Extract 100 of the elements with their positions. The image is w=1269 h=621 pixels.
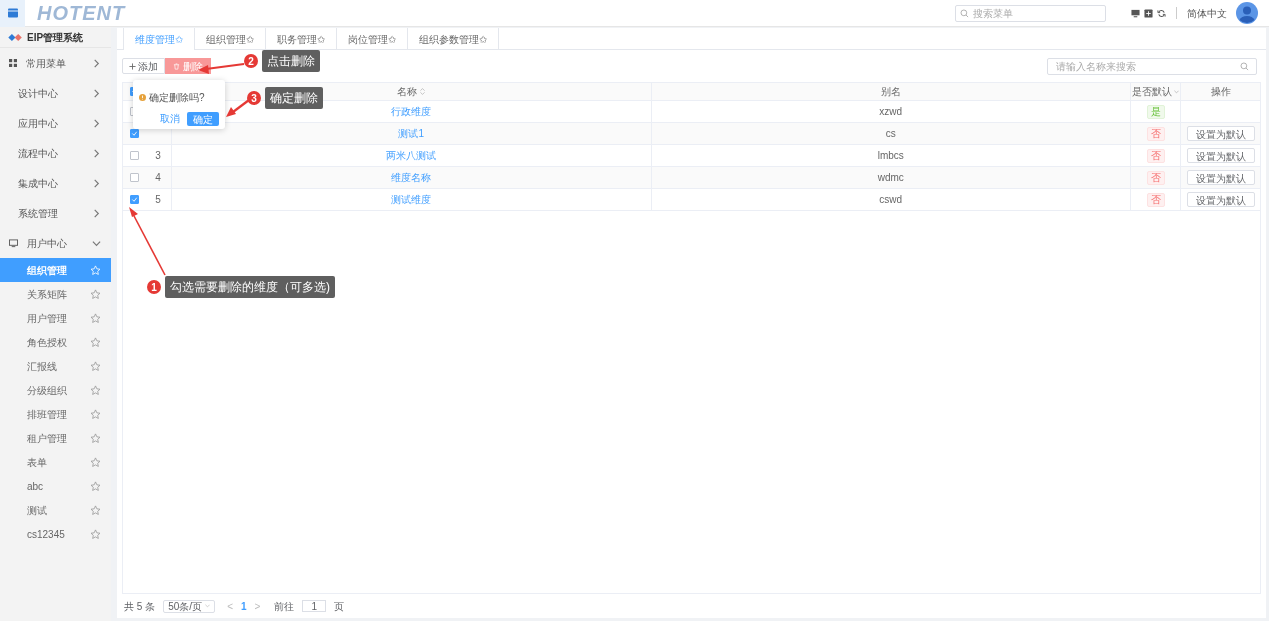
star-icon[interactable] — [90, 432, 101, 444]
callout-label: 勾选需要删除的维度（可多选) — [165, 276, 335, 298]
language-selector[interactable]: 简体中文 — [1187, 5, 1227, 21]
checkbox[interactable] — [129, 129, 139, 138]
checkbox[interactable] — [129, 151, 139, 160]
monitor-icon[interactable] — [1131, 8, 1140, 18]
sidebar-menu-item[interactable]: 系统管理 — [0, 198, 111, 228]
star-icon[interactable] — [90, 528, 101, 540]
search-icon — [1240, 61, 1249, 71]
checkbox[interactable] — [129, 195, 139, 204]
star-icon[interactable] — [90, 504, 101, 516]
confirm-message: 确定删除吗? — [149, 91, 205, 105]
status-tag: 是 — [1146, 104, 1165, 119]
chevron-right-icon — [92, 58, 101, 68]
chevron-right-icon — [92, 88, 101, 98]
star-icon[interactable] — [90, 312, 101, 324]
status-tag: 否 — [1146, 170, 1165, 185]
star-icon[interactable] — [90, 480, 101, 492]
callout-label: 确定删除 — [265, 87, 323, 109]
column-header: 名称 — [397, 85, 418, 99]
name-link[interactable]: 两米八测试 — [386, 148, 437, 163]
menu-toggle-button[interactable] — [0, 0, 25, 27]
row-number: 3 — [155, 149, 161, 163]
sort-icon[interactable] — [420, 88, 426, 95]
tab[interactable]: 岗位管理✩ — [337, 28, 408, 50]
set-default-button[interactable]: 设置为默认 — [1186, 170, 1255, 185]
plus-icon — [129, 62, 136, 70]
column-header: 别名 — [880, 85, 901, 99]
refresh-icon[interactable] — [1157, 8, 1166, 18]
menu-search-field[interactable]: 搜索菜单 — [955, 4, 1106, 22]
star-icon[interactable] — [90, 360, 101, 372]
page-input[interactable]: 1 — [302, 600, 327, 612]
sidebar-submenu-item[interactable]: 分级组织 — [0, 378, 111, 402]
total-count: 共 5 条 — [124, 599, 156, 614]
column-header: 操作 — [1210, 85, 1231, 99]
callout-label: 点击删除 — [262, 50, 320, 72]
grid-icon — [9, 59, 17, 67]
page-size-select[interactable]: 50条/页 — [163, 599, 216, 613]
sidebar-submenu-item[interactable]: 测试 — [0, 498, 111, 522]
sidebar-submenu-item[interactable]: 表单 — [0, 450, 111, 474]
sidebar-submenu-item[interactable]: 排班管理 — [0, 402, 111, 426]
star-icon[interactable] — [90, 384, 101, 396]
tab[interactable]: 维度管理✩ — [123, 28, 195, 50]
filter-caret-icon[interactable] — [1174, 89, 1179, 94]
sidebar-menu-item[interactable]: 应用中心 — [0, 108, 111, 138]
page-unit-label: 页 — [334, 599, 345, 614]
row-number: 5 — [155, 193, 161, 207]
status-tag: 否 — [1146, 192, 1165, 207]
app-logo: HOTENT — [37, 1, 126, 26]
status-tag: 否 — [1146, 126, 1165, 141]
sidebar-menu-item[interactable]: 流程中心 — [0, 138, 111, 168]
search-field[interactable]: 请输入名称来搜索 — [1047, 57, 1257, 75]
set-default-button[interactable]: 设置为默认 — [1186, 192, 1255, 207]
sidebar-submenu-item[interactable]: 角色授权 — [0, 330, 111, 354]
annotation-arrow — [129, 207, 166, 276]
monitor-icon — [9, 238, 18, 248]
trash-icon — [173, 62, 180, 70]
table-cell-text: xzwd — [879, 105, 903, 119]
warning-icon — [139, 94, 146, 101]
sidebar-menu-item[interactable]: 用户中心 — [0, 228, 111, 258]
search-icon — [960, 8, 969, 18]
sidebar-submenu-item[interactable]: 关系矩阵 — [0, 282, 111, 306]
chevron-right-icon — [92, 118, 101, 128]
user-avatar[interactable] — [1236, 2, 1258, 24]
menu-icon — [6, 7, 19, 19]
set-default-button[interactable]: 设置为默认 — [1186, 126, 1255, 141]
chevron-right-icon — [92, 178, 101, 188]
sidebar-menu-item[interactable]: 集成中心 — [0, 168, 111, 198]
sidebar-submenu-item[interactable]: abc — [0, 474, 111, 498]
system-title: EIP管理系统 — [27, 30, 84, 45]
cancel-button[interactable]: 取消 — [157, 111, 183, 126]
checkbox[interactable] — [129, 173, 139, 182]
chevron-right-icon — [92, 148, 101, 158]
table-cell-text: cs — [885, 127, 896, 141]
table-cell-text: wdmc — [877, 171, 904, 185]
star-icon[interactable] — [90, 288, 101, 300]
tab[interactable]: 组织参数管理✩ — [408, 28, 499, 50]
sidebar-menu-item[interactable]: 常用菜单 — [0, 48, 111, 78]
name-link[interactable]: 行政维度 — [391, 104, 432, 119]
star-icon[interactable] — [90, 336, 101, 348]
star-icon[interactable] — [90, 408, 101, 420]
logo-icon — [8, 32, 23, 42]
fullscreen-icon[interactable] — [1144, 8, 1153, 18]
table-cell-text: cswd — [879, 193, 903, 207]
status-tag: 否 — [1146, 148, 1165, 163]
add-button[interactable]: 添加 — [122, 58, 165, 74]
annotation-arrow — [226, 99, 250, 117]
sidebar-submenu-item[interactable]: 用户管理 — [0, 306, 111, 330]
sidebar-submenu-item[interactable]: 租户管理 — [0, 426, 111, 450]
sidebar-menu-item[interactable]: 设计中心 — [0, 78, 111, 108]
set-default-button[interactable]: 设置为默认 — [1186, 148, 1255, 163]
sidebar-submenu-item[interactable]: 汇报线 — [0, 354, 111, 378]
row-number: 4 — [155, 171, 161, 185]
goto-label: 前往 — [274, 599, 295, 614]
column-header: 是否默认 — [1132, 85, 1172, 99]
name-link[interactable]: 测试维度 — [391, 192, 432, 207]
chevron-down-icon — [92, 238, 101, 248]
sidebar-submenu-item[interactable]: cs12345 — [0, 522, 111, 546]
star-icon[interactable] — [90, 456, 101, 468]
chevron-right-icon — [92, 208, 101, 218]
